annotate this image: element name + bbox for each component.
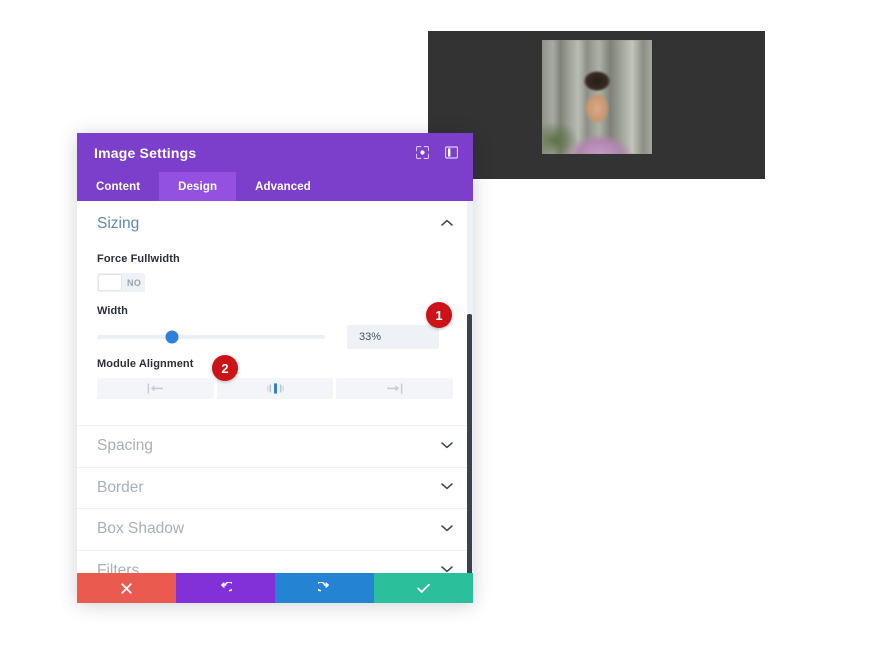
close-icon [121,583,132,594]
undo-button[interactable] [176,573,275,603]
section-box-shadow[interactable]: Box Shadow [77,508,473,550]
callout-badge-2: 2 [212,355,238,381]
width-slider-track [97,335,325,339]
modal-header: Image Settings [77,133,473,172]
callout-badge-1: 1 [426,302,452,328]
section-filters[interactable]: Filters [77,550,473,574]
redo-icon [318,582,331,595]
tab-content[interactable]: Content [77,172,159,201]
align-left-button[interactable] [97,378,214,399]
target-icon[interactable] [415,145,430,160]
page-title: Image Settings [94,145,415,161]
preview-photo-image [542,40,652,154]
modal-body: Sizing Force Fullwidth NO Width [77,201,473,573]
tab-design[interactable]: Design [159,172,236,201]
chevron-up-icon[interactable] [441,219,453,230]
section-sizing-header[interactable]: Sizing [97,201,453,244]
redo-button[interactable] [275,573,374,603]
chevron-down-icon[interactable] [441,565,453,573]
align-right-button[interactable] [336,378,453,399]
width-slider-handle[interactable] [166,331,179,344]
undo-icon [219,582,232,595]
width-slider[interactable] [97,328,325,346]
chevron-down-icon[interactable] [441,482,453,493]
image-settings-modal: Image Settings Content [77,133,473,603]
align-right-icon [386,383,403,394]
width-slider-row [97,325,453,349]
modal-header-actions [415,145,459,160]
section-spacing-title: Spacing [97,437,153,455]
module-alignment-row [97,378,453,399]
image-module-preview [428,31,765,179]
chevron-down-icon[interactable] [441,524,453,535]
module-alignment-label: Module Alignment [97,358,453,370]
section-border[interactable]: Border [77,467,473,509]
toggle-knob [98,274,122,291]
scrollbar-track[interactable] [467,201,473,573]
align-left-icon [147,383,164,394]
tab-advanced[interactable]: Advanced [236,172,330,201]
modal-tabs: Content Design Advanced [77,172,473,201]
check-icon [417,583,430,594]
width-value-field[interactable] [347,325,439,349]
save-button[interactable] [374,573,473,603]
force-fullwidth-label: Force Fullwidth [97,253,453,265]
modal-footer [77,573,473,603]
align-center-icon [267,383,284,394]
chevron-down-icon[interactable] [441,441,453,452]
width-input[interactable] [357,330,439,344]
section-spacing[interactable]: Spacing [77,425,473,467]
section-box-shadow-title: Box Shadow [97,520,184,538]
preview-photo[interactable] [542,40,652,154]
force-fullwidth-toggle[interactable]: NO [97,273,145,292]
toggle-state-label: NO [127,278,141,288]
cancel-button[interactable] [77,573,176,603]
scrollbar-thumb[interactable] [467,314,472,573]
width-label: Width [97,305,453,317]
section-sizing-title: Sizing [97,215,139,233]
section-filters-title: Filters [97,562,139,573]
section-border-title: Border [97,479,144,497]
align-center-button[interactable] [217,378,334,399]
section-sizing: Sizing Force Fullwidth NO Width [77,201,473,399]
layout-panel-icon[interactable] [444,145,459,160]
